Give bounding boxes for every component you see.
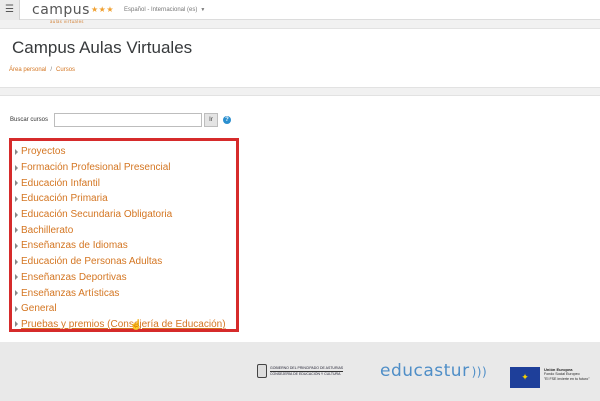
caret-right-icon — [15, 164, 18, 171]
caret-right-icon — [15, 180, 18, 187]
logo-tagline: aulas virtuales — [50, 18, 84, 24]
caret-down-icon: ▼ — [200, 6, 206, 13]
category-label[interactable]: Pruebas y premios (Consejería de Educaci… — [21, 319, 226, 330]
category-list: Proyectos Formación Profesional Presenci… — [9, 138, 239, 332]
breadcrumb-separator: / — [50, 67, 53, 73]
category-item[interactable]: Enseñanzas de Idiomas — [15, 238, 236, 254]
caret-right-icon — [15, 305, 18, 312]
search-label: Buscar cursos — [10, 117, 49, 123]
page-title: Campus Aulas Virtuales — [12, 38, 193, 57]
breadcrumb-item-area-personal[interactable]: Área personal — [9, 67, 46, 73]
language-selector[interactable]: Español - Internacional (es) ▼ — [124, 7, 205, 13]
breadcrumb: Área personal / Cursos — [9, 67, 75, 73]
logo-stars-icon: ★★★ — [90, 4, 114, 14]
page-header: Campus Aulas Virtuales Área personal / C… — [0, 28, 600, 88]
asturias-seal-icon — [257, 364, 267, 378]
category-item[interactable]: Formación Profesional Presencial — [15, 160, 236, 176]
caret-right-icon — [15, 290, 18, 297]
caret-right-icon — [15, 242, 18, 249]
category-label[interactable]: Educación Infantil — [21, 178, 100, 189]
category-label[interactable]: Enseñanzas Artísticas — [21, 288, 119, 299]
caret-right-icon — [15, 211, 18, 218]
top-navbar: ☰ campus★★★ aulas virtuales Español - In… — [0, 0, 600, 24]
category-label[interactable]: Bachillerato — [21, 225, 73, 236]
category-item[interactable]: Educación Primaria — [15, 191, 236, 207]
category-item[interactable]: General — [15, 301, 236, 317]
gov-logo-text: GOBIERNO DEL PRINCIPADO DE ASTURIAS CONS… — [270, 366, 344, 377]
category-label[interactable]: Educación de Personas Adultas — [21, 256, 162, 267]
educastur-logo[interactable]: educastur))) — [380, 361, 487, 381]
caret-right-icon — [15, 148, 18, 155]
category-item[interactable]: Enseñanzas Artísticas — [15, 285, 236, 301]
category-label[interactable]: Proyectos — [21, 146, 65, 157]
eu-fse-logo: ✦ Unión Europea Fondo Social Europeo "El… — [510, 367, 590, 388]
caret-right-icon — [15, 227, 18, 234]
category-label[interactable]: Formación Profesional Presencial — [21, 162, 171, 173]
category-label[interactable]: Enseñanzas de Idiomas — [21, 240, 128, 251]
search-input[interactable] — [54, 113, 202, 127]
category-item[interactable]: Educación Infantil — [15, 175, 236, 191]
category-item[interactable]: Educación Secundaria Obligatoria — [15, 207, 236, 223]
category-label[interactable]: Enseñanzas Deportivas — [21, 272, 127, 283]
language-label: Español - Internacional (es) — [123, 6, 198, 13]
category-label[interactable]: General — [21, 303, 57, 314]
caret-right-icon — [15, 195, 18, 202]
category-item[interactable]: Pruebas y premios (Consejería de Educaci… — [15, 317, 236, 333]
category-item[interactable]: Enseñanzas Deportivas — [15, 270, 236, 286]
site-logo[interactable]: campus★★★ aulas virtuales — [32, 3, 114, 24]
question-circle-icon[interactable]: ? — [223, 116, 231, 124]
caret-right-icon — [15, 321, 18, 328]
eu-line2: "El FSE invierte en tu futuro" — [544, 377, 590, 381]
caret-right-icon — [15, 258, 18, 265]
course-search: Buscar cursos Ir ? — [10, 113, 231, 127]
search-go-button[interactable]: Ir — [204, 113, 218, 127]
menu-toggle-button[interactable]: ☰ — [0, 0, 20, 20]
category-item[interactable]: Educación de Personas Adultas — [15, 254, 236, 270]
page-footer: GOBIERNO DEL PRINCIPADO DE ASTURIAS CONS… — [0, 342, 600, 401]
category-item[interactable]: Proyectos — [15, 144, 236, 160]
category-item[interactable]: Bachillerato — [15, 222, 236, 238]
educastur-text: educastur — [380, 361, 470, 381]
eu-logo-text: Unión Europea Fondo Social Europeo "El F… — [544, 367, 590, 388]
category-label[interactable]: Educación Primaria — [21, 193, 108, 204]
caret-right-icon — [15, 274, 18, 281]
hand-cursor-icon: ☝ — [130, 320, 143, 331]
main-content: Buscar cursos Ir ? Proyectos Formación P… — [0, 95, 600, 342]
category-label[interactable]: Educación Secundaria Obligatoria — [21, 209, 172, 220]
hamburger-icon: ☰ — [5, 4, 14, 15]
signal-waves-icon: ))) — [471, 365, 488, 379]
gobierno-asturias-logo[interactable]: GOBIERNO DEL PRINCIPADO DE ASTURIAS CONS… — [257, 364, 344, 378]
eu-flag-icon: ✦ — [510, 367, 540, 388]
gov-logo-line2: CONSEJERÍA DE EDUCACIÓN Y CULTURA — [270, 371, 341, 376]
breadcrumb-item-cursos[interactable]: Cursos — [56, 67, 75, 73]
